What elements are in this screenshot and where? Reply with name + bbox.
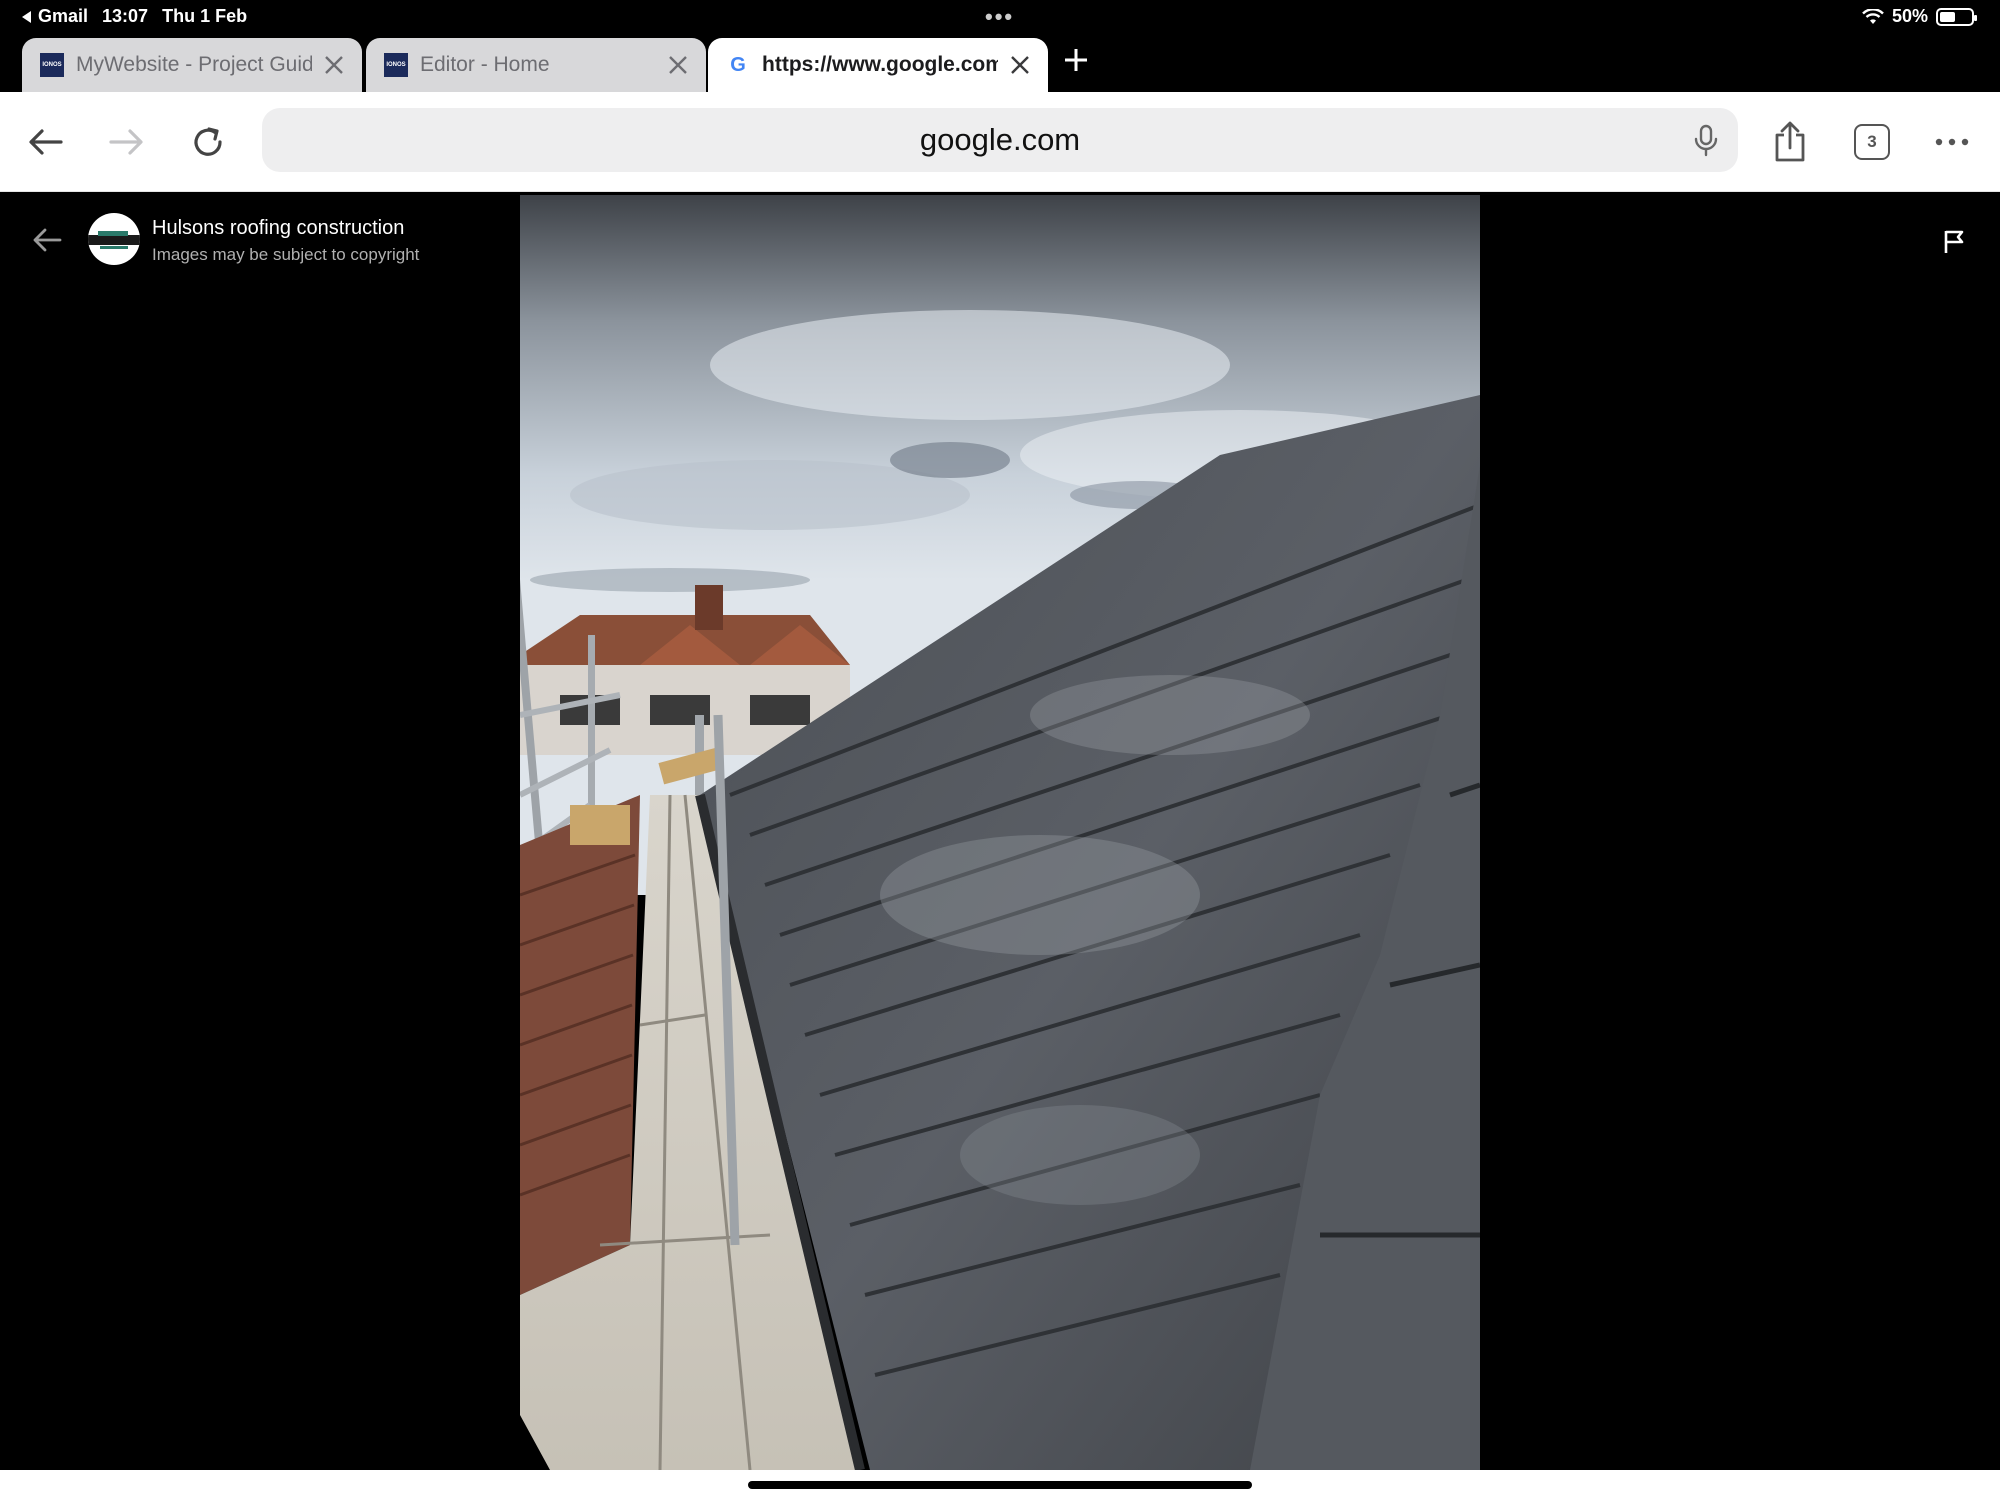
microphone-icon[interactable] bbox=[1688, 122, 1724, 158]
tab-bar: IONOS MyWebsite - Project Guid IONOS Edi… bbox=[0, 34, 2000, 92]
source-logo[interactable] bbox=[88, 213, 140, 265]
tab-count: 3 bbox=[1867, 132, 1877, 151]
ionos-favicon-icon: IONOS bbox=[384, 53, 408, 77]
status-bar: Gmail 13:07 Thu 1 Feb ••• 50% bbox=[0, 0, 2000, 34]
browser-toolbar: google.com 3 bbox=[0, 92, 2000, 192]
roof-illustration bbox=[520, 195, 1480, 1470]
tabs-button[interactable]: 3 bbox=[1850, 120, 1894, 164]
forward-button[interactable] bbox=[104, 120, 148, 164]
roof-photo[interactable] bbox=[520, 195, 1480, 1470]
more-icon bbox=[1935, 138, 1969, 146]
reload-icon bbox=[194, 127, 222, 156]
back-triangle-icon bbox=[22, 10, 31, 23]
home-indicator[interactable] bbox=[748, 1481, 1252, 1489]
tab-editor-home[interactable]: IONOS Editor - Home bbox=[366, 38, 706, 92]
address-bar[interactable]: google.com bbox=[262, 108, 1738, 172]
copyright-note: Images may be subject to copyright bbox=[152, 245, 420, 264]
address-text: google.com bbox=[919, 122, 1081, 157]
close-tab-icon[interactable] bbox=[666, 53, 690, 77]
status-time: 13:07 bbox=[102, 6, 149, 26]
arrow-right-icon bbox=[109, 129, 143, 155]
status-left: Gmail 13:07 Thu 1 Feb bbox=[22, 6, 247, 27]
ionos-favicon-icon: IONOS bbox=[40, 53, 64, 77]
battery-percent: 50% bbox=[1891, 6, 1928, 26]
tab-title: MyWebsite - Project Guid bbox=[76, 53, 312, 76]
back-to-app[interactable]: Gmail bbox=[22, 6, 88, 27]
tab-mywebsite[interactable]: IONOS MyWebsite - Project Guid bbox=[22, 38, 362, 92]
status-right: 50% bbox=[1862, 6, 1977, 27]
tabs-icon: 3 bbox=[1854, 124, 1890, 160]
flag-icon[interactable] bbox=[1940, 227, 1968, 255]
google-favicon-icon: G bbox=[730, 53, 746, 76]
back-button[interactable] bbox=[24, 120, 68, 164]
status-date: Thu 1 Feb bbox=[162, 6, 248, 26]
home-indicator-area bbox=[0, 1470, 2000, 1499]
arrow-left-icon bbox=[29, 129, 63, 155]
back-app-label: Gmail bbox=[38, 6, 89, 26]
tab-title: https://www.google.com/ bbox=[762, 53, 998, 76]
battery-icon bbox=[1936, 7, 1977, 26]
battery-fill bbox=[1940, 11, 1955, 22]
new-tab-icon[interactable] bbox=[1060, 44, 1092, 76]
image-viewer: Hulsons roofing construction Images may … bbox=[0, 193, 2000, 1470]
tab-title: Editor - Home bbox=[420, 53, 550, 76]
reload-button[interactable] bbox=[186, 120, 230, 164]
multitasking-dots-icon[interactable]: ••• bbox=[985, 4, 1014, 30]
wifi-icon bbox=[1862, 8, 1884, 24]
close-tab-icon[interactable] bbox=[322, 53, 346, 77]
share-icon bbox=[1775, 121, 1805, 162]
more-button[interactable] bbox=[1930, 120, 1974, 164]
share-button[interactable] bbox=[1768, 120, 1812, 164]
logo-icon bbox=[88, 231, 140, 249]
close-tab-icon[interactable] bbox=[1008, 53, 1032, 77]
source-name[interactable]: Hulsons roofing construction bbox=[152, 217, 404, 240]
tab-google[interactable]: G https://www.google.com/ bbox=[708, 38, 1048, 92]
arrow-left-icon[interactable] bbox=[30, 223, 64, 257]
